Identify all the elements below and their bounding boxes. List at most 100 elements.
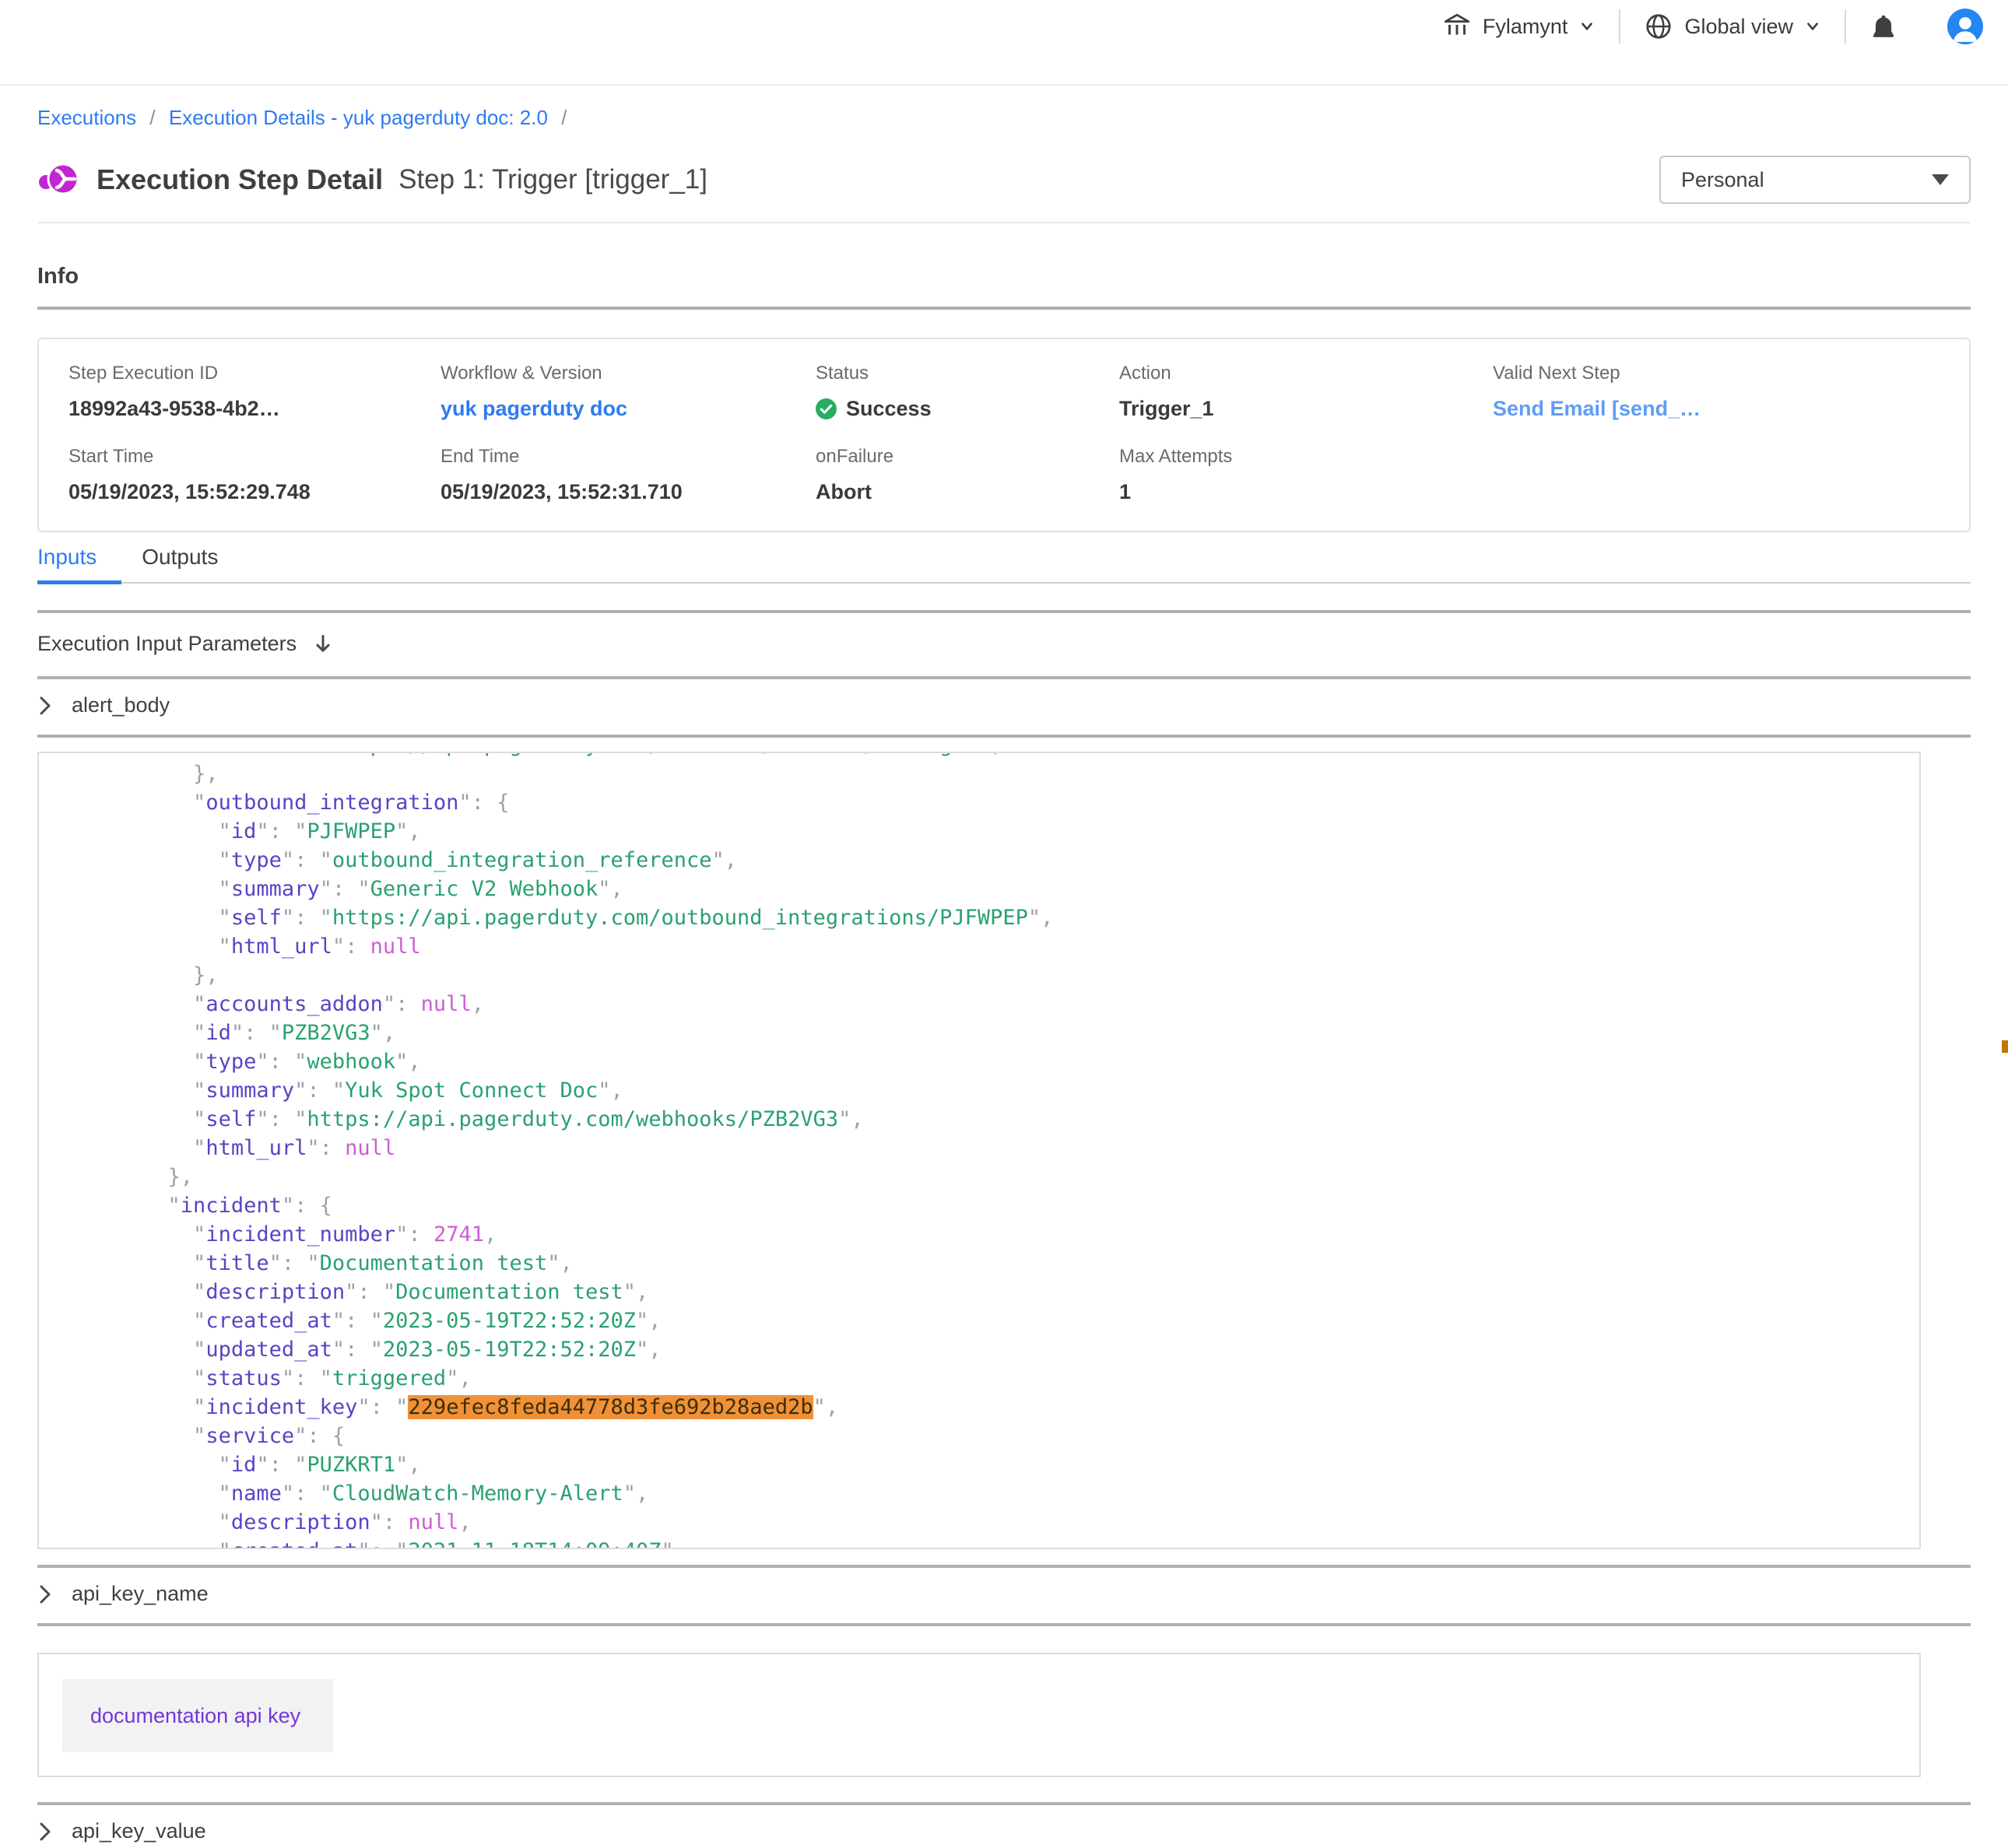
workflow-link[interactable]: yuk pagerduty doc bbox=[441, 397, 627, 421]
code-token: ": " bbox=[231, 1021, 282, 1045]
code-line: "id": "PJFWPEP", bbox=[92, 817, 1919, 846]
field-end-time: End Time 05/19/2023, 15:52:31.710 bbox=[441, 446, 816, 504]
code-line: "type": "webhook", bbox=[92, 1047, 1919, 1076]
code-token: summary bbox=[205, 1078, 294, 1103]
code-token: ", bbox=[636, 1338, 662, 1362]
code-token: ": " bbox=[320, 877, 370, 901]
code-token: ": { bbox=[458, 791, 509, 815]
top-bar-divider bbox=[1619, 9, 1620, 44]
code-token: " bbox=[92, 906, 231, 930]
code-line: "self": "https://api.pagerduty.com/webho… bbox=[92, 1105, 1919, 1134]
code-token: ": " bbox=[282, 1482, 332, 1506]
info-row-1: Step Execution ID 18992a43-9538-4b2… Wor… bbox=[68, 363, 1940, 421]
code-token: , bbox=[458, 1510, 471, 1534]
code-token: Yuk Spot Connect Doc bbox=[345, 1078, 598, 1103]
code-token: " bbox=[92, 752, 231, 757]
code-token: self bbox=[231, 752, 282, 757]
field-onfailure: onFailure Abort bbox=[816, 446, 1119, 504]
field-label: End Time bbox=[441, 446, 816, 468]
code-line: "id": "PUZKRT1", bbox=[92, 1450, 1919, 1479]
code-token: ": " bbox=[357, 1395, 408, 1419]
code-token: ", bbox=[598, 877, 623, 901]
param-row-alert-body[interactable]: alert_body bbox=[37, 679, 1971, 738]
code-token: ", bbox=[598, 1078, 623, 1103]
code-line: "incident": { bbox=[92, 1191, 1919, 1220]
code-token: updated_at bbox=[205, 1338, 332, 1362]
code-token: ", bbox=[395, 1050, 421, 1074]
breadcrumb-execution-details[interactable]: Execution Details - yuk pagerduty doc: 2… bbox=[169, 106, 548, 129]
param-row-api-key-value[interactable]: api_key_value bbox=[37, 1805, 1971, 1848]
code-line: "updated_at": "2023-05-19T22:52:20Z", bbox=[92, 1335, 1919, 1364]
code-token: , bbox=[484, 1222, 497, 1247]
top-bar-inner: Fylamynt Global view bbox=[0, 0, 2008, 53]
code-token: " bbox=[92, 1050, 205, 1074]
code-line: }, bbox=[92, 1162, 1919, 1191]
main-content-lower: api_key_name documentation api key api_k… bbox=[0, 1565, 2008, 1848]
field-label: Action bbox=[1119, 363, 1493, 384]
code-token: ": " bbox=[269, 1251, 320, 1275]
arrow-down-icon[interactable] bbox=[314, 633, 332, 655]
avatar-icon[interactable] bbox=[1947, 9, 1983, 44]
code-token: ", bbox=[395, 819, 421, 843]
code-line: "summary": "Generic V2 Webhook", bbox=[92, 875, 1919, 903]
code-token: ", bbox=[636, 1309, 662, 1333]
breadcrumb: Executions / Execution Details - yuk pag… bbox=[37, 106, 1971, 130]
field-workflow-version: Workflow & Version yuk pagerduty doc bbox=[441, 363, 816, 421]
field-label: Step Execution ID bbox=[68, 363, 441, 384]
code-token: incident_number bbox=[205, 1222, 395, 1247]
globe-icon bbox=[1644, 12, 1673, 41]
code-line: "accounts_addon": null, bbox=[92, 990, 1919, 1019]
field-step-execution-id: Step Execution ID 18992a43-9538-4b2… bbox=[68, 363, 441, 421]
institution-menu[interactable]: Fylamynt bbox=[1442, 12, 1596, 41]
bell-icon[interactable] bbox=[1869, 13, 1897, 40]
main-content: Executions / Execution Details - yuk pag… bbox=[0, 106, 2008, 738]
code-token: ": " bbox=[256, 1050, 307, 1074]
scope-select-value: Personal bbox=[1681, 168, 1932, 192]
code-token: description bbox=[231, 1510, 370, 1534]
param-row-api-key-name[interactable]: api_key_name bbox=[37, 1568, 1971, 1626]
code-token: https://api.pagerduty.com/outbound_integ… bbox=[332, 906, 1028, 930]
code-token: ", bbox=[712, 848, 738, 872]
code-token: description bbox=[205, 1280, 345, 1304]
global-view-menu[interactable]: Global view bbox=[1644, 12, 1821, 41]
institution-label: Fylamynt bbox=[1483, 15, 1568, 39]
code-token: " bbox=[92, 1309, 205, 1333]
code-token: type bbox=[231, 848, 282, 872]
code-line: }, bbox=[92, 961, 1919, 990]
code-token: " bbox=[92, 1136, 205, 1160]
code-token: Generic V2 Webhook bbox=[370, 877, 599, 901]
field-label: Status bbox=[816, 363, 1119, 384]
title-row: Execution Step Detail Step 1: Trigger [t… bbox=[37, 155, 1971, 205]
code-token: " bbox=[92, 791, 205, 815]
breadcrumb-executions[interactable]: Executions bbox=[37, 106, 136, 129]
code-token: ": bbox=[332, 935, 370, 959]
tab-inputs[interactable]: Inputs bbox=[37, 545, 101, 582]
code-token: ", bbox=[813, 1395, 839, 1419]
code-token: outbound_integration_reference bbox=[332, 848, 712, 872]
chevron-right-icon bbox=[37, 1820, 53, 1843]
scrollbar-match-marker bbox=[2002, 1040, 2008, 1053]
code-token: ": bbox=[307, 1136, 345, 1160]
tab-outputs[interactable]: Outputs bbox=[142, 545, 223, 582]
chevron-right-icon bbox=[37, 1583, 53, 1606]
code-token: name bbox=[231, 1482, 282, 1506]
api-key-name-chip: documentation api key bbox=[62, 1679, 333, 1752]
code-token: " bbox=[92, 1078, 205, 1103]
field-value: 18992a43-9538-4b2… bbox=[68, 397, 441, 421]
workflow-step-icon bbox=[37, 159, 79, 201]
code-token: id bbox=[231, 1453, 257, 1477]
page-subtitle: Step 1: Trigger [trigger_1] bbox=[398, 164, 707, 195]
scope-select[interactable]: Personal bbox=[1659, 156, 1971, 204]
code-token: " bbox=[92, 1539, 231, 1549]
code-token: " bbox=[92, 1395, 205, 1419]
code-token: , bbox=[472, 992, 484, 1016]
next-step-link[interactable]: Send Email [send_… bbox=[1493, 397, 1701, 421]
code-token: " bbox=[92, 1280, 205, 1304]
code-token: ", bbox=[978, 752, 1003, 757]
top-bar: Fylamynt Global view bbox=[0, 0, 2008, 86]
code-token: ": " bbox=[282, 848, 332, 872]
alert-body-code-viewer[interactable]: "self": "https://api.pagerduty.com/webho… bbox=[37, 752, 1921, 1549]
code-token: incident bbox=[181, 1194, 282, 1218]
code-token: ": " bbox=[282, 906, 332, 930]
title-divider bbox=[37, 222, 1971, 223]
